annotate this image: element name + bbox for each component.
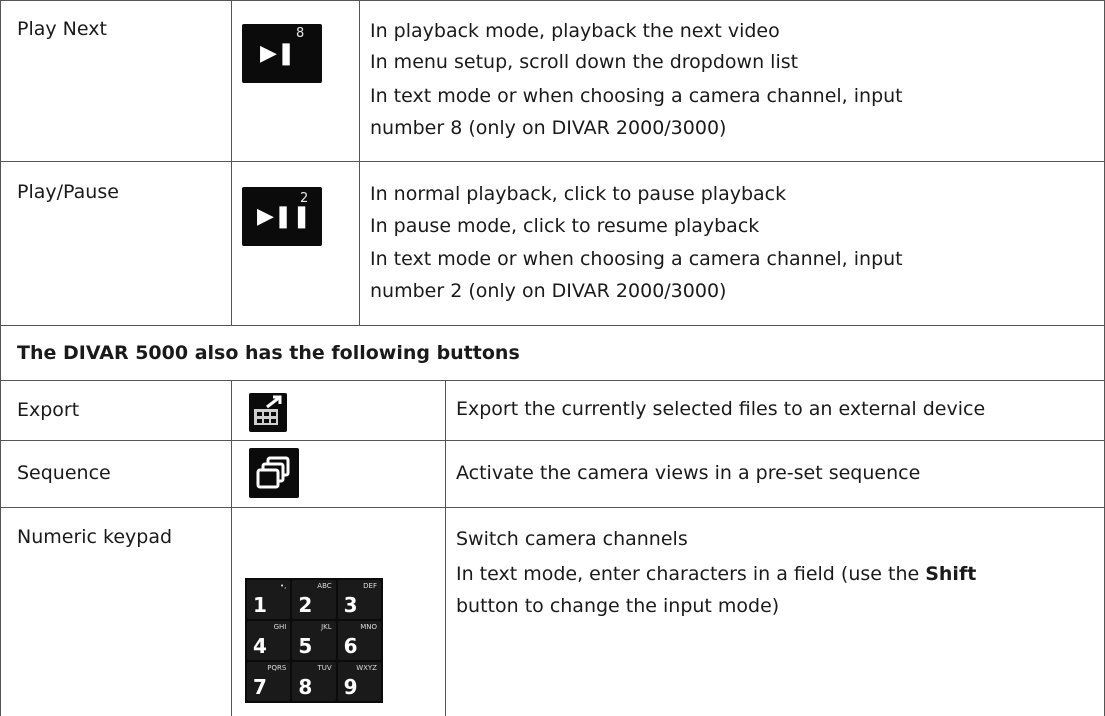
keypad-key: 6 MNO	[337, 621, 381, 660]
keypad-key: 1 •,	[247, 580, 291, 619]
column-divider	[231, 380, 232, 716]
play-pause-glyph-icon: ▶❚❚	[257, 204, 311, 229]
description-line: In text mode, enter characters in a fiel…	[456, 559, 976, 589]
skip-next-icon: ▶❚	[260, 41, 296, 66]
description-line: number 2 (only on DIVAR 2000/3000)	[370, 280, 727, 302]
table-border	[0, 0, 1, 716]
description-line: Switch camera channels	[456, 528, 688, 550]
row-name: Numeric keypad	[17, 526, 173, 548]
row-name: Play/Pause	[17, 181, 119, 203]
row-name: Sequence	[17, 462, 111, 484]
sequence-icon	[249, 448, 299, 498]
numeric-keypad-icon: 1 •, 2 ABC 3 DEF 4 GHI 5 JKL 6 MNO 7 PQRS 8 TUV …	[245, 578, 383, 703]
keypad-key: 8 TUV	[292, 662, 336, 701]
export-icon	[249, 393, 287, 432]
stacked-windows-icon	[256, 456, 290, 489]
row-divider	[0, 380, 1105, 381]
description-line: In playback mode, playback the next vide…	[370, 20, 780, 42]
section-header: The DIVAR 5000 also has the following bu…	[17, 342, 520, 364]
film-export-icon	[254, 395, 282, 425]
description-line: In pause mode, click to resume playback	[370, 215, 760, 237]
keypad-key: 7 PQRS	[247, 662, 291, 701]
description-line: Export the currently selected files to a…	[456, 398, 986, 420]
description-line: button to change the input mode)	[456, 595, 780, 617]
play-next-icon: ▶❚ 8	[242, 24, 322, 83]
row-divider	[0, 507, 1105, 508]
keypad-key: 4 GHI	[247, 621, 291, 660]
description-line: In text mode or when choosing a camera c…	[370, 248, 903, 270]
keypad-key: 3 DEF	[337, 580, 381, 619]
row-name: Export	[17, 399, 80, 421]
row-divider	[0, 440, 1105, 441]
icon-number: 8	[296, 26, 305, 41]
description-line: number 8 (only on DIVAR 2000/3000)	[370, 117, 727, 139]
column-divider	[359, 0, 360, 325]
description-line: In menu setup, scroll down the dropdown …	[370, 51, 799, 73]
icon-number: 2	[300, 191, 309, 206]
keypad-key: 9 WXYZ	[337, 662, 381, 701]
column-divider	[445, 380, 446, 716]
keypad-key: 5 JKL	[292, 621, 336, 660]
row-name: Play Next	[17, 18, 107, 40]
description-line: In text mode or when choosing a camera c…	[370, 85, 903, 107]
description-line: In normal playback, click to pause playb…	[370, 183, 787, 205]
keypad-key: 2 ABC	[292, 580, 336, 619]
row-divider	[0, 325, 1105, 326]
column-divider	[231, 0, 232, 325]
shift-key-label: Shift	[925, 563, 977, 585]
play-pause-icon: ▶❚❚ 2	[242, 187, 322, 246]
table-border	[0, 0, 1105, 1]
description-line: Activate the camera views in a pre-set s…	[456, 462, 921, 484]
description-text: In text mode, enter characters in a fiel…	[456, 563, 926, 585]
row-divider	[0, 161, 1105, 162]
button-reference-table: Play Next ▶❚ 8 In playback mode, playbac…	[0, 0, 1105, 716]
